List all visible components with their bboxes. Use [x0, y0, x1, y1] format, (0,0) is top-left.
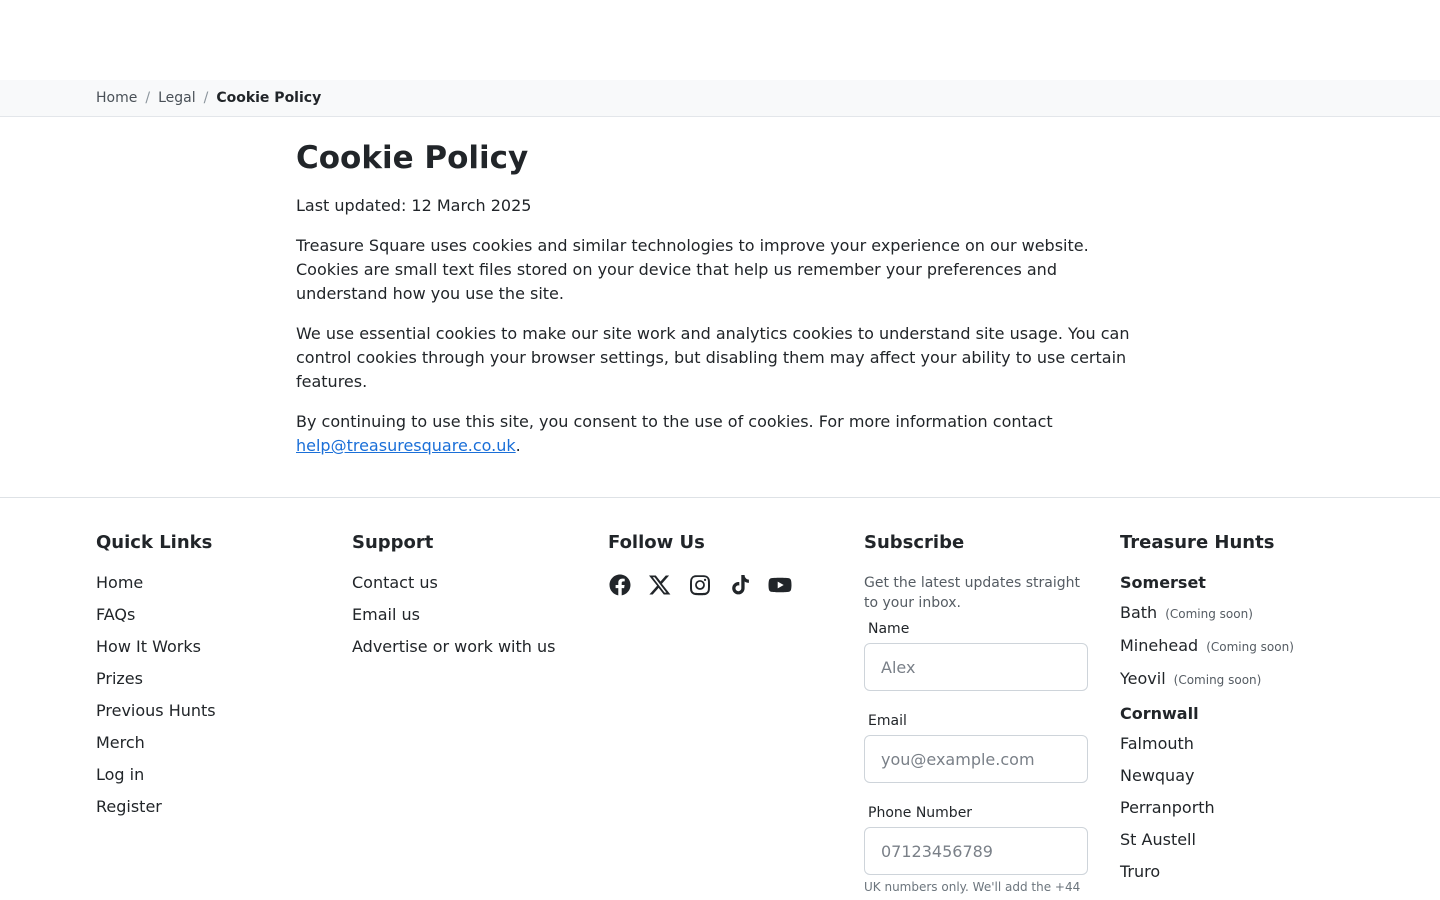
facebook-icon[interactable] — [608, 573, 632, 597]
footer-link-contact-us[interactable]: Contact us — [352, 573, 438, 592]
footer-link-previous-hunts[interactable]: Previous Hunts — [96, 701, 216, 720]
hunt-town-yeovil[interactable]: Yeovil (Coming soon) — [1120, 669, 1420, 690]
phone-input[interactable] — [864, 827, 1088, 875]
footer-link-faqs[interactable]: FAQs — [96, 605, 135, 624]
treasure-hunts-heading: Treasure Hunts — [1120, 532, 1275, 553]
breadcrumb-separator: / — [145, 90, 151, 106]
town-name[interactable]: Minehead — [1120, 636, 1198, 656]
email-input[interactable] — [864, 735, 1088, 783]
town-name[interactable]: Falmouth — [1120, 734, 1194, 754]
last-updated-text: Last updated: 12 March 2025 — [296, 196, 532, 215]
region-cornwall: Cornwall — [1120, 704, 1199, 723]
page-title: Cookie Policy — [296, 140, 529, 176]
town-name[interactable]: Truro — [1120, 862, 1160, 882]
email-label: Email — [868, 713, 907, 729]
breadcrumb-bar: Home / Legal / Cookie Policy — [0, 80, 1440, 117]
coming-soon-note: (Coming soon) — [1206, 640, 1294, 654]
coming-soon-note: (Coming soon) — [1165, 607, 1253, 621]
support-heading: Support — [352, 532, 434, 553]
hunt-town-falmouth[interactable]: Falmouth — [1120, 734, 1420, 754]
footer-divider — [0, 497, 1440, 498]
town-name[interactable]: St Austell — [1120, 830, 1196, 850]
quick-links-heading: Quick Links — [96, 532, 213, 553]
instagram-icon[interactable] — [688, 573, 712, 597]
quick-links-list: Home FAQs How It Works Prizes Previous H… — [96, 573, 326, 817]
breadcrumb-home-link[interactable]: Home — [96, 90, 137, 106]
support-list: Contact us Email us Advertise or work wi… — [352, 573, 582, 657]
footer-quick-links: Quick Links Home FAQs How It Works Prize… — [96, 531, 326, 829]
follow-us-heading: Follow Us — [608, 532, 705, 553]
breadcrumb: Home / Legal / Cookie Policy — [96, 80, 321, 116]
footer-follow-us: Follow Us — [608, 531, 838, 597]
town-name[interactable]: Bath — [1120, 603, 1157, 623]
footer-treasure-hunts: Treasure Hunts Somerset Bath (Coming soo… — [1120, 531, 1420, 894]
footer-link-register[interactable]: Register — [96, 797, 162, 816]
subscribe-heading: Subscribe — [864, 532, 965, 553]
contact-email-link[interactable]: help@treasuresquare.co.uk — [296, 436, 516, 455]
subscribe-description: Get the latest updates straight to your … — [864, 575, 1080, 611]
name-label: Name — [868, 621, 910, 637]
phone-hint: UK numbers only. We'll add the +44 — [864, 880, 1081, 894]
hunt-town-newquay[interactable]: Newquay — [1120, 766, 1420, 786]
coming-soon-note: (Coming soon) — [1173, 673, 1262, 687]
footer-link-prizes[interactable]: Prizes — [96, 669, 143, 688]
breadcrumb-current: Cookie Policy — [216, 90, 322, 106]
footer-link-advertise[interactable]: Advertise or work with us — [352, 637, 555, 656]
top-navbar — [0, 0, 1440, 80]
youtube-icon[interactable] — [768, 573, 792, 597]
town-name[interactable]: Yeovil — [1120, 669, 1166, 689]
town-name[interactable]: Newquay — [1120, 766, 1194, 786]
footer-link-email-us[interactable]: Email us — [352, 605, 420, 624]
breadcrumb-separator: / — [203, 90, 209, 106]
footer-subscribe: Subscribe Get the latest updates straigh… — [864, 531, 1088, 895]
hunt-town-perranporth[interactable]: Perranporth — [1120, 798, 1420, 818]
paragraph-3-end: . — [515, 436, 521, 455]
tiktok-icon[interactable] — [728, 573, 752, 597]
hunt-town-bath[interactable]: Bath (Coming soon) — [1120, 603, 1420, 624]
hunt-town-truro[interactable]: Truro — [1120, 862, 1420, 882]
breadcrumb-legal-link[interactable]: Legal — [158, 90, 196, 106]
phone-label: Phone Number — [868, 805, 973, 821]
footer-link-home[interactable]: Home — [96, 573, 143, 592]
footer-link-how-it-works[interactable]: How It Works — [96, 637, 201, 656]
policy-paragraph-1: Treasure Square uses cookies and similar… — [296, 236, 1089, 303]
town-name[interactable]: Perranporth — [1120, 798, 1215, 818]
hunt-town-st-austell[interactable]: St Austell — [1120, 830, 1420, 850]
main-content: Cookie Policy Last updated: 12 March 202… — [296, 138, 1146, 458]
social-icons — [608, 573, 838, 597]
footer-support: Support Contact us Email us Advertise or… — [352, 531, 582, 669]
x-icon[interactable] — [648, 573, 672, 597]
hunt-town-minehead[interactable]: Minehead (Coming soon) — [1120, 636, 1420, 657]
region-somerset: Somerset — [1120, 573, 1206, 592]
footer-link-merch[interactable]: Merch — [96, 733, 145, 752]
name-input[interactable] — [864, 643, 1088, 691]
footer-link-log-in[interactable]: Log in — [96, 765, 144, 784]
policy-paragraph-3: By continuing to use this site, you cons… — [296, 410, 1146, 458]
paragraph-3-text: By continuing to use this site, you cons… — [296, 412, 1053, 431]
policy-paragraph-2: We use essential cookies to make our sit… — [296, 324, 1130, 391]
